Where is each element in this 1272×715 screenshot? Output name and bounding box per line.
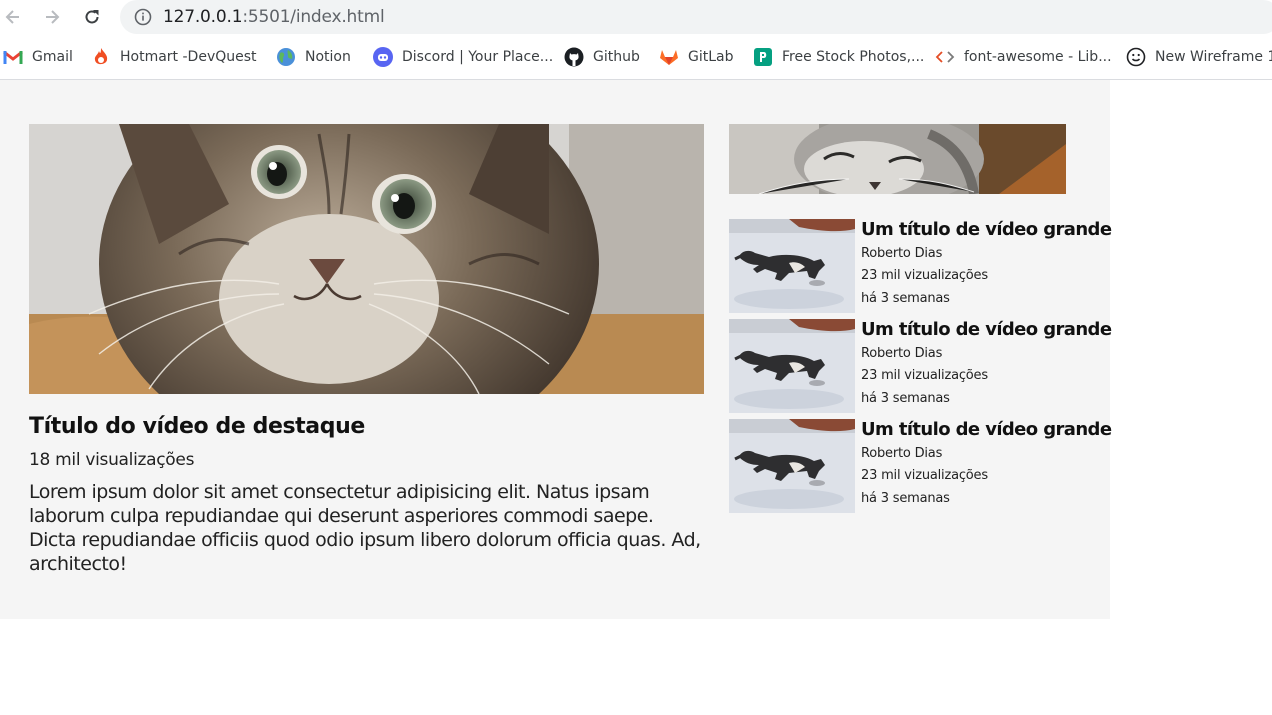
- bookmarks-bar: Gmail Hotmart -DevQuest Notion Discord |…: [0, 40, 1272, 74]
- running-cat-photo: [729, 419, 855, 513]
- bookmark-label: font-awesome - Lib...: [964, 49, 1112, 65]
- bookmark-notion[interactable]: Notion: [276, 45, 351, 69]
- globe-icon: [276, 47, 296, 67]
- featured-video-description: Lorem ipsum dolor sit amet consectetur a…: [29, 481, 701, 575]
- video-thumbnail[interactable]: [729, 319, 855, 413]
- bookmark-label: Github: [593, 49, 640, 65]
- bookmark-label: Hotmart -DevQuest: [120, 49, 257, 65]
- bookmark-label: Discord | Your Place...: [402, 49, 554, 65]
- bookmark-label: Gmail: [32, 49, 73, 65]
- featured-video-views: 18 mil visualizações: [29, 450, 195, 470]
- video-age: há 3 semanas: [861, 291, 950, 306]
- bookmark-hotmart[interactable]: Hotmart -DevQuest: [91, 45, 257, 69]
- bookmark-gitlab[interactable]: GitLab: [659, 45, 734, 69]
- bookmark-wireframe[interactable]: New Wireframe 1: [1126, 45, 1272, 69]
- url-host: 127.0.0.1: [163, 7, 243, 27]
- sidebar-banner-thumbnail[interactable]: [729, 124, 1066, 194]
- hotmart-icon: [91, 47, 111, 67]
- reload-button[interactable]: [79, 4, 105, 30]
- info-icon[interactable]: [134, 8, 152, 26]
- forward-button[interactable]: [39, 4, 65, 30]
- bookmark-label: Free Stock Photos,...: [782, 49, 925, 65]
- url-text[interactable]: 127.0.0.1:5501/index.html: [163, 7, 385, 27]
- video-views: 23 mil vizualizações: [861, 268, 988, 283]
- browser-toolbar: 127.0.0.1:5501/index.html: [0, 0, 1272, 34]
- video-title[interactable]: Um título de vídeo grande: [861, 319, 1112, 340]
- bookmark-gmail[interactable]: Gmail: [3, 45, 73, 69]
- code-icon: [935, 47, 955, 67]
- video-thumbnail[interactable]: [729, 419, 855, 513]
- smiley-icon: [1126, 47, 1146, 67]
- pexels-icon: [753, 47, 773, 67]
- bookmark-github[interactable]: Github: [564, 45, 640, 69]
- discord-icon: [373, 47, 393, 67]
- bookmark-label: GitLab: [688, 49, 734, 65]
- bookmark-discord[interactable]: Discord | Your Place...: [373, 45, 553, 69]
- back-button[interactable]: [0, 4, 26, 30]
- video-title[interactable]: Um título de vídeo grande: [861, 419, 1112, 440]
- running-cat-photo: [729, 319, 855, 413]
- video-channel[interactable]: Roberto Dias: [861, 446, 942, 461]
- video-thumbnail[interactable]: [729, 219, 855, 313]
- video-list-item[interactable]: Um título de vídeo grande Roberto Dias 2…: [729, 219, 1112, 313]
- bookmark-label: New Wireframe 1: [1155, 49, 1272, 65]
- bookmark-font-awesome[interactable]: font-awesome - Lib...: [935, 45, 1112, 69]
- running-cat-photo: [729, 219, 855, 313]
- video-list-item[interactable]: Um título de vídeo grande Roberto Dias 2…: [729, 319, 1112, 413]
- bookmark-label: Notion: [305, 49, 351, 65]
- gitlab-icon: [659, 47, 679, 67]
- video-channel[interactable]: Roberto Dias: [861, 346, 942, 361]
- featured-video-thumbnail[interactable]: [29, 124, 704, 394]
- arrow-right-icon: [46, 10, 60, 24]
- address-bar[interactable]: 127.0.0.1:5501/index.html: [120, 0, 1272, 34]
- sleeping-cat-photo: [729, 124, 1066, 194]
- url-path: :5501/index.html: [242, 7, 385, 27]
- page-content: Título do vídeo de destaque 18 mil visua…: [0, 80, 1112, 619]
- video-views: 23 mil vizualizações: [861, 368, 988, 383]
- kitten-photo: [29, 124, 704, 394]
- arrow-left-icon: [5, 10, 19, 24]
- video-age: há 3 semanas: [861, 391, 950, 406]
- gmail-icon: [3, 47, 23, 67]
- bookmark-pexels[interactable]: Free Stock Photos,...: [753, 45, 924, 69]
- reload-icon: [85, 10, 99, 24]
- video-channel[interactable]: Roberto Dias: [861, 246, 942, 261]
- video-age: há 3 semanas: [861, 491, 950, 506]
- github-icon: [564, 47, 584, 67]
- video-title[interactable]: Um título de vídeo grande: [861, 219, 1112, 240]
- video-views: 23 mil vizualizações: [861, 468, 988, 483]
- featured-video-title[interactable]: Título do vídeo de destaque: [29, 414, 365, 439]
- video-list-item[interactable]: Um título de vídeo grande Roberto Dias 2…: [729, 419, 1112, 513]
